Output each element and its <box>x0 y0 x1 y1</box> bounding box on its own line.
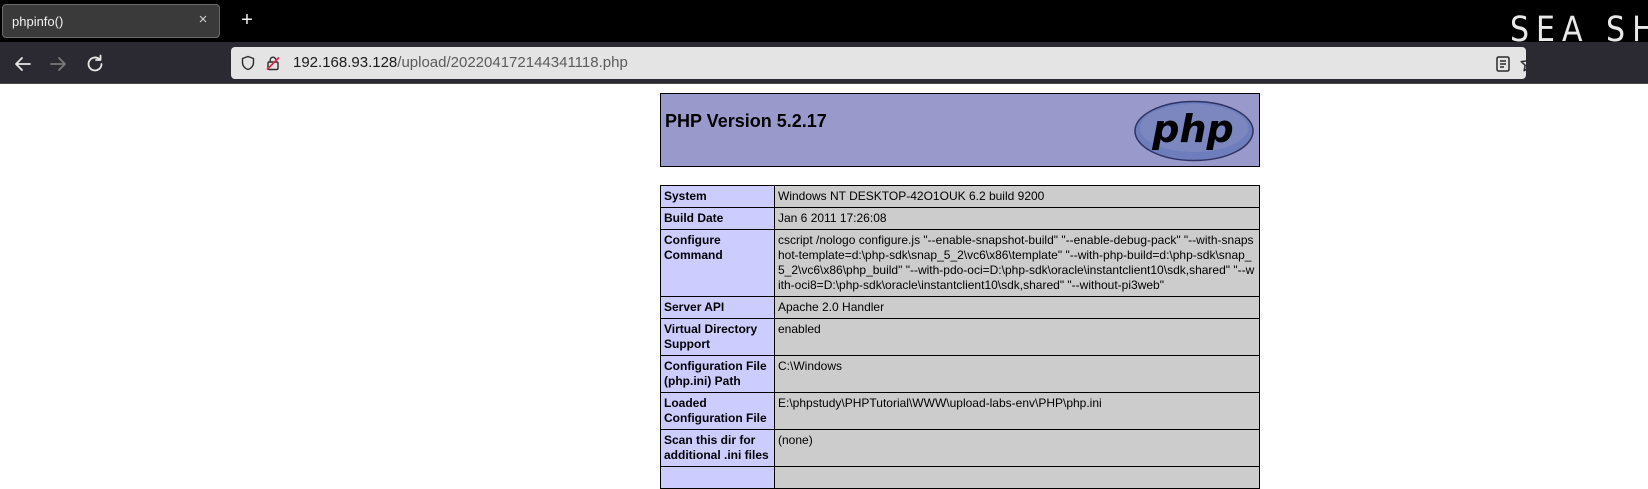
back-arrow-icon <box>15 57 31 71</box>
table-row: Configure Command cscript /nologo config… <box>660 229 1260 297</box>
row-value: Apache 2.0 Handler <box>774 296 1260 319</box>
reload-button[interactable] <box>83 52 107 76</box>
url-bar[interactable]: 192.168.93.128/upload/202204172144341118… <box>231 47 1526 79</box>
php-version-title: PHP Version 5.2.17 <box>665 111 827 131</box>
row-value: (none) <box>774 429 1260 467</box>
row-label: Scan this dir for additional .ini files <box>660 429 775 467</box>
row-value: enabled <box>774 318 1260 356</box>
url-text[interactable]: 192.168.93.128/upload/202204172144341118… <box>293 54 628 71</box>
table-row: Build Date Jan 6 2011 17:26:08 <box>660 207 1260 230</box>
star-icon <box>1520 55 1538 72</box>
url-host: 192.168.93.128 <box>293 54 398 71</box>
row-label: Virtual Directory Support <box>660 318 775 356</box>
row-value: C:\Windows <box>774 355 1260 393</box>
reader-view-button[interactable] <box>1491 52 1515 76</box>
page-content: PHP Version 5.2.17 php System Windows NT… <box>0 84 1648 489</box>
tab-title: phpinfo() <box>12 14 64 29</box>
table-row: Server API Apache 2.0 Handler <box>660 296 1260 319</box>
php-logo-text: php <box>1151 107 1233 151</box>
reload-icon <box>87 54 103 72</box>
row-label: Configuration File (php.ini) Path <box>660 355 775 393</box>
reader-view-icon <box>1496 56 1510 72</box>
shield-icon <box>241 55 255 71</box>
row-label: Server API <box>660 296 775 319</box>
table-row: Scan this dir for additional .ini files … <box>660 429 1260 467</box>
row-value: E:\phpstudy\PHPTutorial\WWW\upload-labs-… <box>774 392 1260 430</box>
php-logo: php <box>1134 100 1254 162</box>
row-label <box>660 466 775 489</box>
new-tab-button[interactable]: + <box>236 9 258 31</box>
navigation-bar: 192.168.93.128/upload/202204172144341118… <box>0 42 1648 84</box>
url-path: /upload/202204172144341118.php <box>397 54 628 71</box>
table-row: Virtual Directory Support enabled <box>660 318 1260 356</box>
row-value <box>774 466 1260 489</box>
row-label: Configure Command <box>660 229 775 297</box>
insecure-lock-icon <box>266 56 280 71</box>
table-row: Configuration File (php.ini) Path C:\Win… <box>660 355 1260 393</box>
tab-phpinfo[interactable]: phpinfo() × <box>2 4 220 38</box>
row-label: System <box>660 185 775 208</box>
tab-close-icon[interactable]: × <box>195 12 211 28</box>
php-info-table: System Windows NT DESKTOP-42O1OUK 6.2 bu… <box>660 185 1260 489</box>
back-button[interactable] <box>11 52 35 76</box>
table-row <box>660 466 1260 489</box>
forward-arrow-icon <box>50 57 66 71</box>
php-header: PHP Version 5.2.17 php <box>660 93 1260 167</box>
tab-bar: phpinfo() × + SEA SHE <box>0 0 1648 50</box>
row-value: Windows NT DESKTOP-42O1OUK 6.2 build 920… <box>774 185 1260 208</box>
row-label: Build Date <box>660 207 775 230</box>
forward-button[interactable] <box>46 52 70 76</box>
bookmark-button[interactable] <box>1517 52 1541 76</box>
table-row: Loaded Configuration File E:\phpstudy\PH… <box>660 392 1260 430</box>
table-row: System Windows NT DESKTOP-42O1OUK 6.2 bu… <box>660 185 1260 208</box>
row-label: Loaded Configuration File <box>660 392 775 430</box>
row-value: cscript /nologo configure.js "--enable-s… <box>774 229 1260 297</box>
row-value: Jan 6 2011 17:26:08 <box>774 207 1260 230</box>
